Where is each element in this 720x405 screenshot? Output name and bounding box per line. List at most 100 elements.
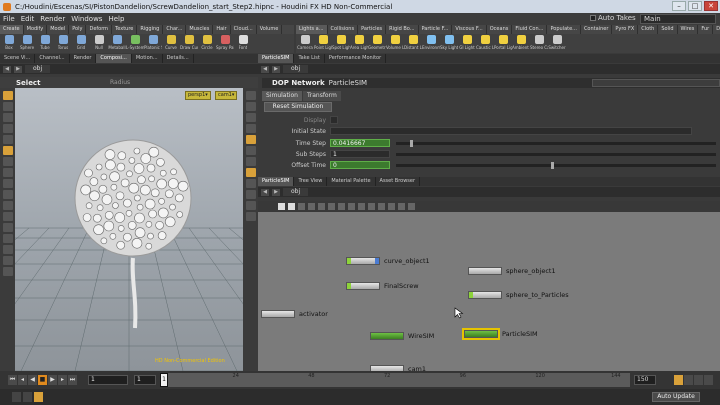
global-animation-options-icon[interactable] bbox=[694, 375, 703, 385]
scene-viewport[interactable]: persp1▾ cam1▾ HD Non-Commercial Edition bbox=[15, 88, 243, 371]
play-reverse-icon[interactable]: ◀ bbox=[28, 375, 37, 385]
tab-tree-view[interactable]: Tree View bbox=[294, 177, 328, 186]
normals-icon[interactable] bbox=[245, 157, 256, 166]
minimize-button[interactable]: – bbox=[672, 1, 686, 11]
offset-time-slider-knob[interactable] bbox=[551, 162, 554, 169]
handle-icon[interactable] bbox=[2, 135, 13, 144]
end-frame-field[interactable]: 150 bbox=[634, 375, 656, 385]
right-shelf-tool[interactable]: Spot Light bbox=[332, 34, 350, 53]
audio-icon[interactable] bbox=[684, 375, 693, 385]
node-cam1[interactable]: cam1 bbox=[370, 364, 426, 371]
right-shelf-tool[interactable]: Area Light bbox=[350, 34, 368, 53]
tab-material-palette[interactable]: Material Palette bbox=[327, 177, 376, 186]
close-button[interactable]: ✕ bbox=[704, 1, 718, 11]
grid-snap-icon[interactable] bbox=[2, 179, 13, 188]
back-icon[interactable]: ◀ bbox=[3, 65, 11, 73]
display-checkbox[interactable] bbox=[330, 116, 338, 124]
snap-icon[interactable] bbox=[2, 168, 13, 177]
backdrop-icon[interactable] bbox=[388, 203, 395, 210]
tab-network-view[interactable]: ParticleSIM bbox=[258, 177, 295, 186]
right-shelf-tab[interactable]: Fluid Con... bbox=[512, 25, 548, 34]
key-next-icon[interactable] bbox=[34, 392, 43, 402]
persp-camera-menu[interactable]: persp1▾ bbox=[185, 91, 211, 100]
right-shelf-tab[interactable]: Drive S... bbox=[713, 25, 720, 34]
color-icon[interactable] bbox=[318, 203, 325, 210]
auto-update-button[interactable]: Auto Update bbox=[652, 392, 700, 402]
right-shelf-tool[interactable]: Stereo Ca... bbox=[530, 34, 548, 53]
wires-icon[interactable] bbox=[408, 203, 415, 210]
node-name-field[interactable]: ParticleSIM bbox=[329, 79, 367, 87]
left-shelf-tool[interactable]: Torus bbox=[54, 34, 72, 53]
reset-simulation-button[interactable]: Reset Simulation bbox=[264, 102, 332, 112]
left-shelf-tool[interactable]: Box bbox=[0, 34, 18, 53]
template-icon[interactable] bbox=[245, 212, 256, 221]
menu-windows[interactable]: Windows bbox=[71, 15, 102, 23]
light-icon[interactable] bbox=[2, 234, 13, 243]
timeline-track[interactable]: 1 24 48 72 96 120 144 bbox=[160, 373, 630, 387]
scale-icon[interactable] bbox=[2, 124, 13, 133]
right-shelf-tool[interactable]: Portal Light bbox=[494, 34, 512, 53]
left-shelf-tab[interactable]: Volume bbox=[257, 25, 283, 34]
shape-icon[interactable] bbox=[328, 203, 335, 210]
left-shelf-tab[interactable]: Char... bbox=[163, 25, 187, 34]
left-shelf-tab[interactable]: Deform bbox=[86, 25, 113, 34]
right-shelf-tool[interactable]: Caustic Li... bbox=[476, 34, 494, 53]
tab-simulation[interactable]: Simulation bbox=[262, 91, 302, 101]
node-activator[interactable]: activator bbox=[261, 309, 328, 319]
guides-icon[interactable] bbox=[245, 201, 256, 210]
left-shelf-tool[interactable]: Grid bbox=[72, 34, 90, 53]
stop-icon[interactable]: ■ bbox=[38, 375, 47, 385]
shadows-icon[interactable] bbox=[245, 179, 256, 188]
time-step-field[interactable]: 0.0416667 bbox=[330, 139, 390, 147]
left-shelf-tool[interactable]: Null bbox=[90, 34, 108, 53]
offset-time-field[interactable]: 0 bbox=[330, 161, 390, 169]
sub-steps-slider[interactable] bbox=[396, 153, 716, 156]
menu-file[interactable]: File bbox=[3, 15, 15, 23]
right-shelf-tab[interactable]: Container bbox=[581, 25, 613, 34]
key-set-icon[interactable] bbox=[23, 392, 32, 402]
node-sphere-to-particles[interactable]: sphere_to_Particles bbox=[468, 290, 569, 300]
time-step-slider[interactable] bbox=[396, 140, 716, 147]
current-frame-field[interactable]: 1 bbox=[88, 375, 128, 385]
note-icon[interactable] bbox=[338, 203, 345, 210]
right-shelf-tab[interactable]: Pyro FX bbox=[612, 25, 639, 34]
dependency-icon[interactable] bbox=[358, 203, 365, 210]
left-shelf-tool[interactable]: Sphere bbox=[18, 34, 36, 53]
left-shelf-tab[interactable]: Create bbox=[0, 25, 24, 34]
back-icon[interactable]: ◀ bbox=[261, 188, 269, 196]
left-shelf-tab[interactable]: Rigging bbox=[137, 25, 164, 34]
tab-scene-view[interactable]: Scene Vi... bbox=[0, 54, 36, 63]
right-shelf-tool[interactable]: Sky Light bbox=[440, 34, 458, 53]
left-shelf-tool[interactable]: Spray Paint bbox=[216, 34, 234, 53]
right-shelf-tool[interactable]: Distant Li... bbox=[404, 34, 422, 53]
time-step-slider-knob[interactable] bbox=[410, 140, 413, 147]
play-icon[interactable]: ▶ bbox=[48, 375, 57, 385]
auto-takes-toggle[interactable]: Auto Takes bbox=[590, 14, 636, 22]
jump-end-icon[interactable]: ⏭ bbox=[68, 375, 77, 385]
camera-icon[interactable] bbox=[2, 245, 13, 254]
layout-icon[interactable] bbox=[308, 203, 315, 210]
secure-icon[interactable] bbox=[2, 212, 13, 221]
right-shelf-tab[interactable]: Lights a... bbox=[296, 25, 328, 34]
quickmark-icon[interactable] bbox=[378, 203, 385, 210]
cam1-camera-menu[interactable]: cam1▾ bbox=[215, 91, 238, 100]
keyframe-icon[interactable] bbox=[704, 375, 713, 385]
maximize-button[interactable]: □ bbox=[688, 1, 702, 11]
right-shelf-tab[interactable]: Fur bbox=[698, 25, 714, 34]
right-shelf-tab[interactable]: Solid bbox=[658, 25, 678, 34]
render-region-icon[interactable] bbox=[2, 256, 13, 265]
right-shelf-tool[interactable]: Point Light bbox=[314, 34, 332, 53]
network-editor[interactable]: curve_object1 sphere_object1 FinalScrew … bbox=[258, 212, 720, 371]
left-shelf-tool[interactable]: Circle bbox=[198, 34, 216, 53]
display-options-icon[interactable] bbox=[245, 91, 256, 100]
step-forward-icon[interactable]: ▸ bbox=[58, 375, 67, 385]
node-tile[interactable] bbox=[462, 328, 500, 340]
sub-steps-field[interactable]: 1 bbox=[330, 150, 390, 158]
wireframe-icon[interactable] bbox=[245, 113, 256, 122]
timeline-cursor[interactable]: 1 bbox=[160, 373, 168, 387]
tab-motion[interactable]: Motion... bbox=[132, 54, 163, 63]
node-sphere-object1[interactable]: sphere_object1 bbox=[468, 266, 556, 276]
back-icon[interactable]: ◀ bbox=[261, 65, 269, 73]
initial-state-field[interactable] bbox=[330, 127, 692, 135]
right-shelf-tab[interactable]: Oceans bbox=[487, 25, 513, 34]
